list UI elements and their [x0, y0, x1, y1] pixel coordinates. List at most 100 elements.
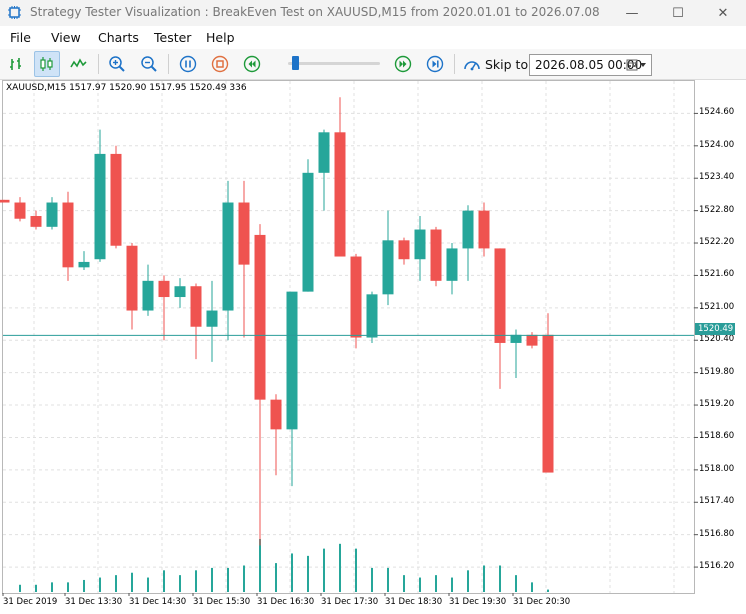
price-tick-label: 1520.40	[699, 334, 735, 345]
app-icon	[8, 6, 21, 19]
candle-body	[206, 310, 218, 327]
candlestick-icon	[40, 57, 53, 71]
candle-body	[382, 240, 394, 295]
candle-body	[510, 334, 522, 343]
candle-body	[174, 286, 186, 298]
candle-body	[126, 245, 138, 311]
candle-body	[0, 199, 10, 203]
fast-forward-icon	[394, 55, 412, 73]
toolbar-separator	[454, 54, 455, 74]
time-tick-label: 31 Dec 15:30	[193, 597, 251, 607]
candle-body	[286, 291, 298, 430]
rewind-icon	[243, 55, 261, 73]
menu-tester[interactable]: Tester	[154, 30, 191, 45]
menu-view[interactable]: View	[51, 30, 81, 45]
candle-body	[238, 202, 250, 265]
candle-body	[110, 153, 122, 246]
candle-body	[62, 202, 74, 268]
skip-to-button[interactable]	[459, 51, 485, 77]
price-tick-label: 1516.80	[699, 528, 735, 539]
candle-body	[14, 202, 26, 219]
bar-chart-button[interactable]	[4, 51, 30, 77]
menu-help[interactable]: Help	[206, 30, 235, 45]
next-step-button[interactable]	[422, 51, 448, 77]
price-tick-label: 1516.20	[699, 561, 735, 572]
time-tick-label: 31 Dec 13:30	[65, 597, 123, 607]
candle-body	[302, 172, 314, 292]
minimize-button[interactable]: —	[609, 0, 655, 26]
toolbar-separator	[98, 54, 99, 74]
time-tick-label: 31 Dec 19:30	[449, 597, 507, 607]
price-tick-label: 1523.40	[699, 172, 735, 183]
candle-body	[446, 248, 458, 281]
close-button[interactable]: ✕	[700, 0, 746, 26]
candle-body	[46, 202, 58, 227]
candle-body	[158, 280, 170, 298]
time-tick-label: 31 Dec 16:30	[257, 597, 315, 607]
stop-button[interactable]	[207, 51, 233, 77]
time-tick-label: 31 Dec 17:30	[321, 597, 379, 607]
pause-icon	[179, 55, 197, 73]
zoom-in-icon	[109, 56, 125, 72]
price-tick-label: 1518.60	[699, 431, 735, 442]
price-tick-label: 1524.00	[699, 139, 735, 150]
price-tick-label: 1521.00	[699, 301, 735, 312]
skip-to-label: Skip to	[485, 57, 529, 72]
fast-forward-button[interactable]	[390, 51, 416, 77]
candle-body	[478, 210, 490, 249]
line-chart-button[interactable]	[66, 51, 92, 77]
candle-body	[430, 229, 442, 281]
pause-button[interactable]	[175, 51, 201, 77]
speed-slider-thumb[interactable]	[292, 56, 300, 70]
candle-body	[542, 334, 554, 473]
skip-date-picker[interactable]: 2026.08.05 00:00	[529, 54, 652, 76]
price-tick-label: 1521.60	[699, 269, 735, 280]
price-tick-label: 1522.20	[699, 237, 735, 248]
candle-body	[270, 399, 282, 430]
price-tick-label: 1519.20	[699, 399, 735, 410]
price-tick-label: 1524.60	[699, 107, 735, 118]
candle-body	[414, 229, 426, 260]
price-tick-label: 1522.80	[699, 204, 735, 215]
current-price-tag: 1520.49	[695, 323, 735, 335]
calendar-dropdown-icon[interactable]	[626, 58, 648, 72]
bar-chart-icon	[10, 58, 21, 70]
rewind-button[interactable]	[239, 51, 265, 77]
maximize-button[interactable]: ☐	[655, 0, 701, 26]
candle-body	[254, 234, 266, 400]
time-tick-label: 31 Dec 2019	[3, 597, 58, 607]
candle-body	[94, 153, 106, 260]
symbol-info: XAUUSD,M15 1517.97 1520.90 1517.95 1520.…	[6, 83, 247, 93]
toolbar-separator	[168, 54, 169, 74]
candlestick-chart[interactable]	[0, 80, 746, 614]
window-title: Strategy Tester Visualization : BreakEve…	[30, 5, 600, 19]
candle-body	[190, 286, 202, 327]
next-step-icon	[426, 55, 444, 73]
candle-body	[334, 132, 346, 257]
time-tick-label: 31 Dec 14:30	[129, 597, 187, 607]
candle-body	[494, 248, 506, 343]
time-tick-label: 31 Dec 20:30	[513, 597, 571, 607]
zoom-in-button[interactable]	[104, 51, 130, 77]
candle-body	[398, 240, 410, 260]
candle-body	[350, 256, 362, 338]
zoom-out-icon	[141, 56, 157, 72]
candle-body	[78, 261, 90, 268]
zoom-out-button[interactable]	[136, 51, 162, 77]
speed-slider-track[interactable]	[288, 62, 380, 65]
line-chart-icon	[70, 58, 87, 68]
stop-icon	[211, 55, 229, 73]
menu-file[interactable]: File	[10, 30, 31, 45]
time-tick-label: 31 Dec 18:30	[385, 597, 443, 607]
candle-body	[318, 132, 330, 173]
candle-body	[142, 280, 154, 311]
candle-body	[222, 202, 234, 311]
candle-body	[462, 210, 474, 249]
candlestick-button[interactable]	[34, 51, 60, 77]
price-tick-label: 1517.40	[699, 496, 735, 507]
price-tick-label: 1518.00	[699, 463, 735, 474]
price-tick-label: 1519.80	[699, 366, 735, 377]
candle-body	[526, 334, 538, 346]
menu-charts[interactable]: Charts	[98, 30, 139, 45]
speedometer-icon	[464, 61, 480, 71]
